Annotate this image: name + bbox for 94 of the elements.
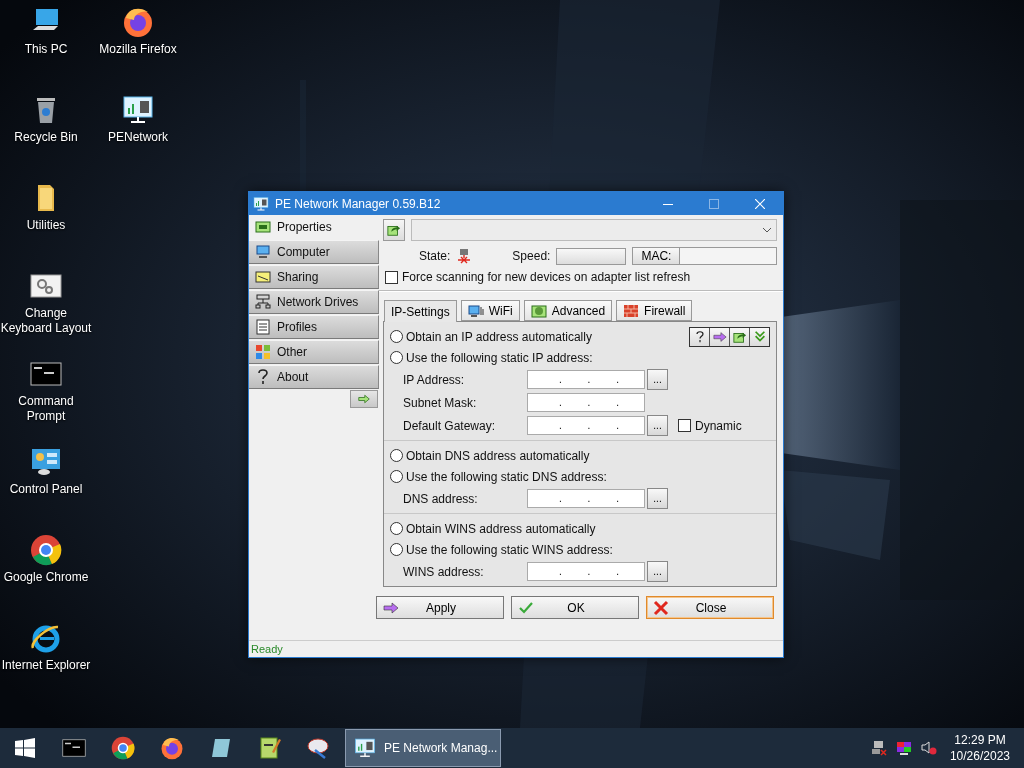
tab[interactable]: Firewall bbox=[616, 300, 693, 321]
help-icon bbox=[255, 369, 271, 385]
field-label: Default Gateway: bbox=[403, 418, 497, 433]
dialog-button[interactable]: OK bbox=[511, 596, 639, 619]
help-icon[interactable] bbox=[693, 329, 706, 344]
sidebar-item[interactable]: Other bbox=[249, 340, 379, 364]
desktop-icon-label[interactable]: PENetwork bbox=[108, 130, 168, 145]
mac-field: MAC: bbox=[632, 247, 777, 265]
browser-icon bbox=[110, 736, 135, 760]
windows-logo-icon bbox=[14, 738, 35, 758]
dialog-button[interactable]: Close bbox=[646, 596, 774, 619]
field-label: Subnet Mask: bbox=[403, 395, 478, 410]
wifi-monitor-icon bbox=[467, 302, 484, 319]
radio-button[interactable] bbox=[390, 449, 403, 462]
network-tree-icon bbox=[255, 294, 271, 310]
chevrons-down-icon[interactable] bbox=[752, 329, 767, 344]
checkbox-label: Force scanning for new devices on adapter list refresh bbox=[402, 270, 691, 284]
desktop-icon-label[interactable]: Recycle Bin bbox=[14, 130, 78, 145]
browse-button[interactable]: ... bbox=[647, 561, 668, 582]
desktop-icon-label[interactable]: Command Prompt bbox=[0, 394, 92, 424]
desktop-icon-label[interactable]: This PC bbox=[24, 42, 68, 57]
ip-address-field[interactable]: . . . bbox=[527, 393, 645, 412]
dialog-button[interactable]: Apply bbox=[376, 596, 504, 619]
network-monitor-icon bbox=[354, 737, 376, 759]
ip-address-field[interactable]: . . . bbox=[527, 416, 645, 435]
radio-label: Obtain an IP address automatically bbox=[406, 329, 592, 344]
desktop-icon-label[interactable]: Internet Explorer bbox=[1, 658, 91, 673]
radio-button[interactable] bbox=[390, 522, 403, 535]
ip-address-field[interactable]: . . . bbox=[527, 562, 645, 581]
console-icon bbox=[61, 736, 86, 760]
network-monitor-icon bbox=[253, 195, 269, 212]
monitor-icon bbox=[255, 244, 271, 260]
clock[interactable]: 12:29 PM 10/26/2023 bbox=[949, 732, 1010, 764]
ip-address-field[interactable]: . . . bbox=[527, 370, 645, 389]
radio-button[interactable] bbox=[390, 543, 403, 556]
field-label: IP Address: bbox=[403, 372, 466, 387]
color-monitor-icon bbox=[895, 740, 912, 756]
arrow-right-icon bbox=[383, 599, 399, 616]
tab[interactable]: WiFi bbox=[460, 300, 520, 321]
desktop-icon-label[interactable]: Utilities bbox=[26, 218, 66, 233]
control-panel-icon bbox=[30, 446, 62, 478]
state-label: State: bbox=[419, 249, 451, 263]
collapse-button[interactable] bbox=[350, 390, 378, 408]
desktop-icon-label[interactable]: Google Chrome bbox=[3, 570, 89, 585]
browser-icon bbox=[30, 534, 62, 566]
speed-label: Speed: bbox=[512, 249, 551, 263]
chevron-down-icon bbox=[762, 225, 772, 235]
network-card-icon bbox=[255, 219, 271, 235]
radio-label: Use the following static DNS address: bbox=[406, 469, 607, 484]
sidebar-item[interactable]: About bbox=[249, 365, 379, 389]
taskbar-window-button[interactable]: PE Network Manag... bbox=[345, 729, 501, 767]
network-monitor-icon bbox=[122, 94, 154, 126]
checkbox[interactable] bbox=[385, 270, 398, 284]
tab[interactable]: Advanced bbox=[523, 300, 613, 321]
speaker-muted-icon bbox=[920, 740, 937, 756]
globe-card-icon bbox=[530, 302, 547, 319]
checkbox[interactable] bbox=[678, 419, 691, 432]
window-title: PE Network Manager 0.59.B12 bbox=[275, 196, 442, 211]
field-label: WINS address: bbox=[403, 564, 485, 579]
radio-label: Obtain DNS address automatically bbox=[406, 448, 590, 463]
checkbox-label: Dynamic bbox=[695, 418, 742, 433]
browser-icon bbox=[159, 736, 184, 760]
sidebar-item[interactable]: Network Drives bbox=[249, 290, 379, 314]
browse-button[interactable]: ... bbox=[647, 415, 668, 436]
ip-address-field[interactable]: . . . bbox=[527, 489, 645, 508]
radio-label: Obtain WINS address automatically bbox=[406, 521, 596, 536]
radio-label: Use the following static IP address: bbox=[406, 350, 593, 365]
radio-label: Use the following static WINS address: bbox=[406, 542, 613, 557]
desktop-icon-label[interactable]: Change Keyboard Layout bbox=[0, 306, 92, 336]
sidebar-item[interactable]: Computer bbox=[249, 240, 379, 264]
speed-field bbox=[556, 247, 627, 265]
sidebar-item[interactable]: Profiles bbox=[249, 315, 379, 339]
desktop-icon-label[interactable]: Mozilla Firefox bbox=[99, 42, 177, 57]
field-label: DNS address: bbox=[403, 491, 479, 506]
browser-icon bbox=[122, 6, 154, 38]
browse-button[interactable]: ... bbox=[647, 488, 668, 509]
radio-button[interactable] bbox=[390, 330, 403, 343]
arrow-right-icon bbox=[357, 393, 371, 405]
close-icon[interactable] bbox=[755, 198, 765, 209]
windows-tiles-icon bbox=[255, 344, 271, 360]
close-icon bbox=[653, 599, 669, 616]
brick-wall-icon bbox=[623, 302, 640, 319]
arrow-right-icon[interactable] bbox=[712, 329, 727, 344]
browse-button[interactable]: ... bbox=[647, 369, 668, 390]
radio-button[interactable] bbox=[390, 351, 403, 364]
tab[interactable]: IP-Settings bbox=[384, 300, 457, 322]
sidebar-item[interactable]: Sharing bbox=[249, 265, 379, 289]
desktop-icon-label[interactable]: Control Panel bbox=[9, 482, 83, 497]
network-error-icon bbox=[870, 740, 887, 756]
radio-button[interactable] bbox=[390, 470, 403, 483]
notepad-icon bbox=[257, 736, 282, 760]
status-bar: Ready bbox=[249, 640, 783, 657]
disconnected-network-icon bbox=[456, 248, 473, 264]
list-icon bbox=[255, 319, 271, 335]
